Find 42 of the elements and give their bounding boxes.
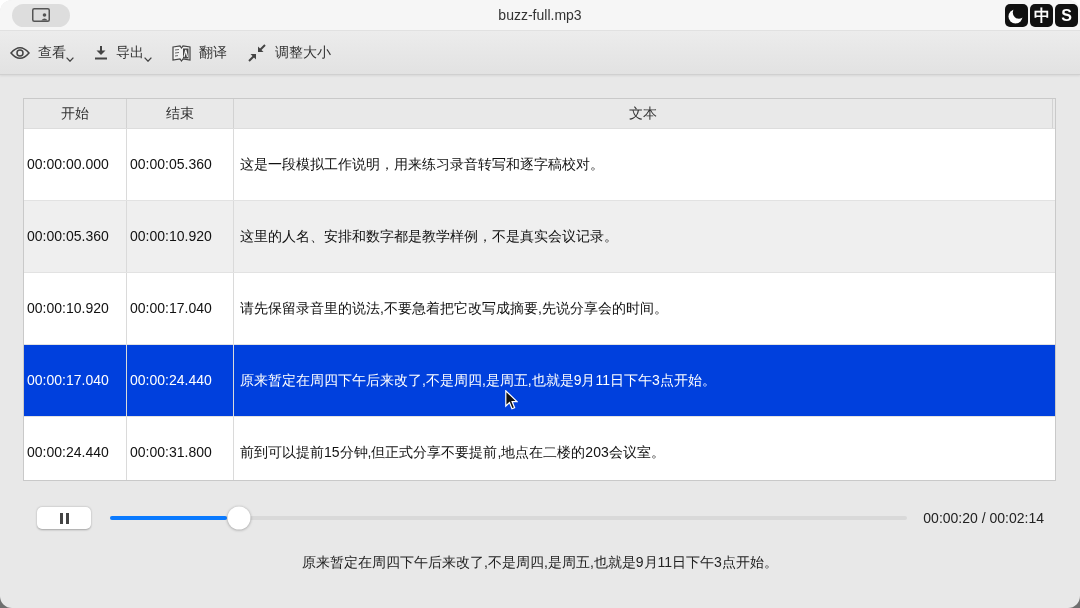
transcript-text: 这里的人名、安排和数字都是教学样例，不是真实会议记录。 bbox=[240, 228, 618, 245]
timestamp: 00:00:05.360 bbox=[27, 228, 109, 245]
transcript-text: 请先保留录音里的说法,不要急着把它改写成摘要,先说分享会的时间。 bbox=[240, 300, 668, 317]
column-header[interactable]: 开始 bbox=[24, 99, 127, 128]
timestamp: 00:00:31.800 bbox=[130, 444, 212, 461]
toolbar-button[interactable]: 查看 bbox=[10, 43, 74, 62]
pause-button[interactable] bbox=[37, 507, 91, 529]
pointer-cursor-icon bbox=[505, 390, 518, 410]
window-title: buzz-full.mp3 bbox=[498, 7, 582, 23]
pause-icon[interactable] bbox=[59, 512, 69, 524]
person-window-icon[interactable] bbox=[32, 8, 50, 22]
timestamp: 00:00:10.920 bbox=[130, 228, 212, 245]
toolbar-button[interactable]: 翻译 bbox=[172, 43, 227, 62]
timestamp: 00:00:05.360 bbox=[130, 156, 212, 173]
moon-icon[interactable] bbox=[1005, 3, 1028, 27]
transcript-text: 这是一段模拟工作说明，用来练习录音转写和逐字稿校对。 bbox=[240, 156, 604, 173]
toolbar-button[interactable]: 导出 bbox=[94, 43, 152, 62]
table-row[interactable]: 00:00:10.920 00:00:17.040 请先保留录音里的说法,不要急着把它改写成摘要,先说分享会的时间。 bbox=[24, 273, 1055, 345]
ime-mode-indicator[interactable]: 中 bbox=[1030, 3, 1053, 27]
open-book-icon bbox=[172, 43, 191, 62]
table-row[interactable]: 00:00:05.360 00:00:10.920 这里的人名、安排和数字都是教学样例，不是真实会议记录。 bbox=[24, 201, 1055, 273]
timestamp: 00:00:00.000 bbox=[27, 156, 109, 173]
timestamp: 00:00:24.440 bbox=[130, 372, 212, 389]
toolbar-button[interactable]: 调整大小 bbox=[247, 42, 331, 63]
ime-brand-mark[interactable]: S bbox=[1055, 3, 1078, 27]
transcript-text: 前到可以提前15分钟,但正式分享不要提前,地点在二楼的203会议室。 bbox=[240, 444, 665, 461]
timestamp: 00:00:10.920 bbox=[27, 300, 109, 317]
timestamp: 00:00:17.040 bbox=[27, 372, 109, 389]
slider-thumb[interactable] bbox=[227, 506, 251, 530]
column-header[interactable]: 文本 bbox=[234, 99, 1053, 128]
profile-button[interactable] bbox=[12, 3, 70, 27]
timestamp: 00:00:24.440 bbox=[27, 444, 109, 461]
timestamp: 00:00:17.040 bbox=[130, 300, 212, 317]
eye-icon bbox=[10, 45, 30, 60]
table-row[interactable]: 00:00:00.000 00:00:05.360 这是一段模拟工作说明，用来练习录音转写和逐字稿校对。 bbox=[24, 129, 1055, 201]
current-subtitle: 原来暂定在周四下午后来改了,不是周四,是周五,也就是9月11日下午3点开始。 bbox=[301, 554, 779, 572]
inward-arrows-icon bbox=[247, 42, 267, 63]
transcript-text: 原来暂定在周四下午后来改了,不是周四,是周五,也就是9月11日下午3点开始。 bbox=[240, 372, 716, 389]
table-row[interactable]: 00:00:17.040 00:00:24.440 原来暂定在周四下午后来改了,不是周四,是周五,也就是9月11日下午3点开始。 bbox=[24, 345, 1055, 417]
column-header[interactable]: 结束 bbox=[127, 99, 234, 128]
playback-time: 00:00:20 / 00:02:14 bbox=[923, 510, 1044, 526]
download-icon bbox=[94, 45, 108, 60]
